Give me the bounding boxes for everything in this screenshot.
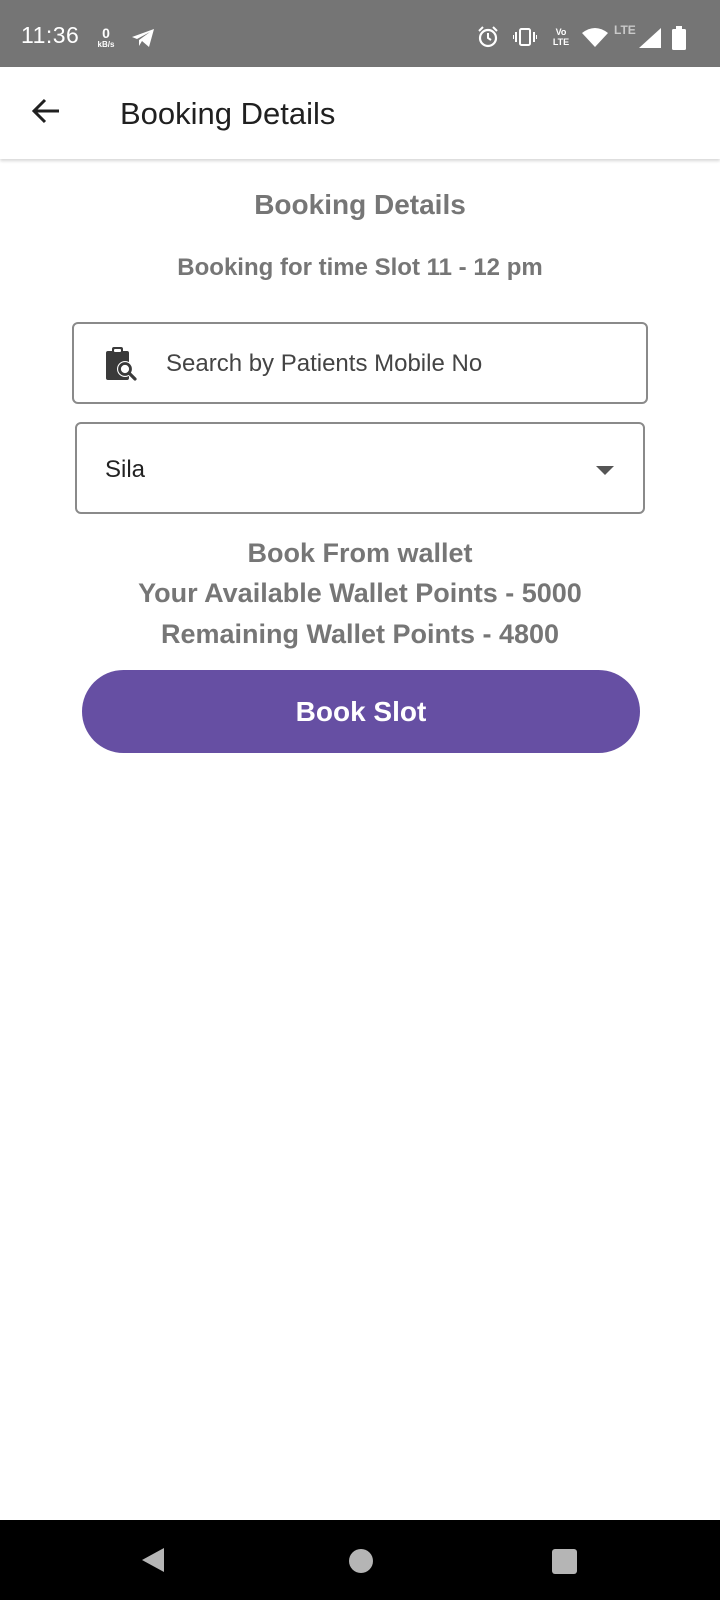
slot-info: Booking for time Slot 11 - 12 pm xyxy=(177,254,543,281)
patient-dropdown[interactable]: Sila xyxy=(75,422,645,514)
nav-recents-icon[interactable] xyxy=(552,1549,577,1574)
page-title: Booking Details xyxy=(120,96,336,131)
wallet-title: Book From wallet xyxy=(247,538,473,568)
network-speed-unit: kB/s xyxy=(97,40,115,49)
search-box[interactable] xyxy=(72,322,648,404)
book-slot-button[interactable]: Book Slot xyxy=(82,670,640,753)
volte-label-top: Vo xyxy=(555,27,567,37)
arrow-back-icon xyxy=(31,98,61,129)
search-input[interactable] xyxy=(166,340,626,388)
app-bar: Booking Details xyxy=(0,67,720,159)
status-time: 11:36 xyxy=(21,22,80,48)
alarm-icon xyxy=(477,26,499,53)
nav-home-icon[interactable] xyxy=(349,1549,373,1573)
clipboard-search-icon xyxy=(104,346,138,387)
nav-back-icon[interactable] xyxy=(141,1547,165,1578)
volte-icon: Vo LTE xyxy=(550,27,572,47)
back-button[interactable] xyxy=(22,90,70,136)
dropdown-selected-value: Sila xyxy=(105,456,146,483)
network-speed: 0 kB/s xyxy=(94,26,118,49)
wifi-icon xyxy=(582,27,608,52)
remaining-wallet-points: Remaining Wallet Points - 4800 xyxy=(160,619,560,649)
volte-label-bottom: LTE xyxy=(552,37,570,47)
available-wallet-points: Your Available Wallet Points - 5000 xyxy=(138,578,582,608)
vibrate-icon xyxy=(512,28,538,51)
network-speed-value: 0 xyxy=(102,25,110,41)
navigation-bar xyxy=(0,1520,720,1600)
telegram-icon xyxy=(131,28,155,53)
signal-icon xyxy=(639,28,661,53)
lte-label: LTE xyxy=(614,23,636,37)
caret-down-icon xyxy=(596,466,614,475)
status-bar: 11:36 0 kB/s Vo LTE LTE xyxy=(0,0,720,67)
battery-icon xyxy=(672,26,686,55)
section-heading: Booking Details xyxy=(254,189,466,220)
